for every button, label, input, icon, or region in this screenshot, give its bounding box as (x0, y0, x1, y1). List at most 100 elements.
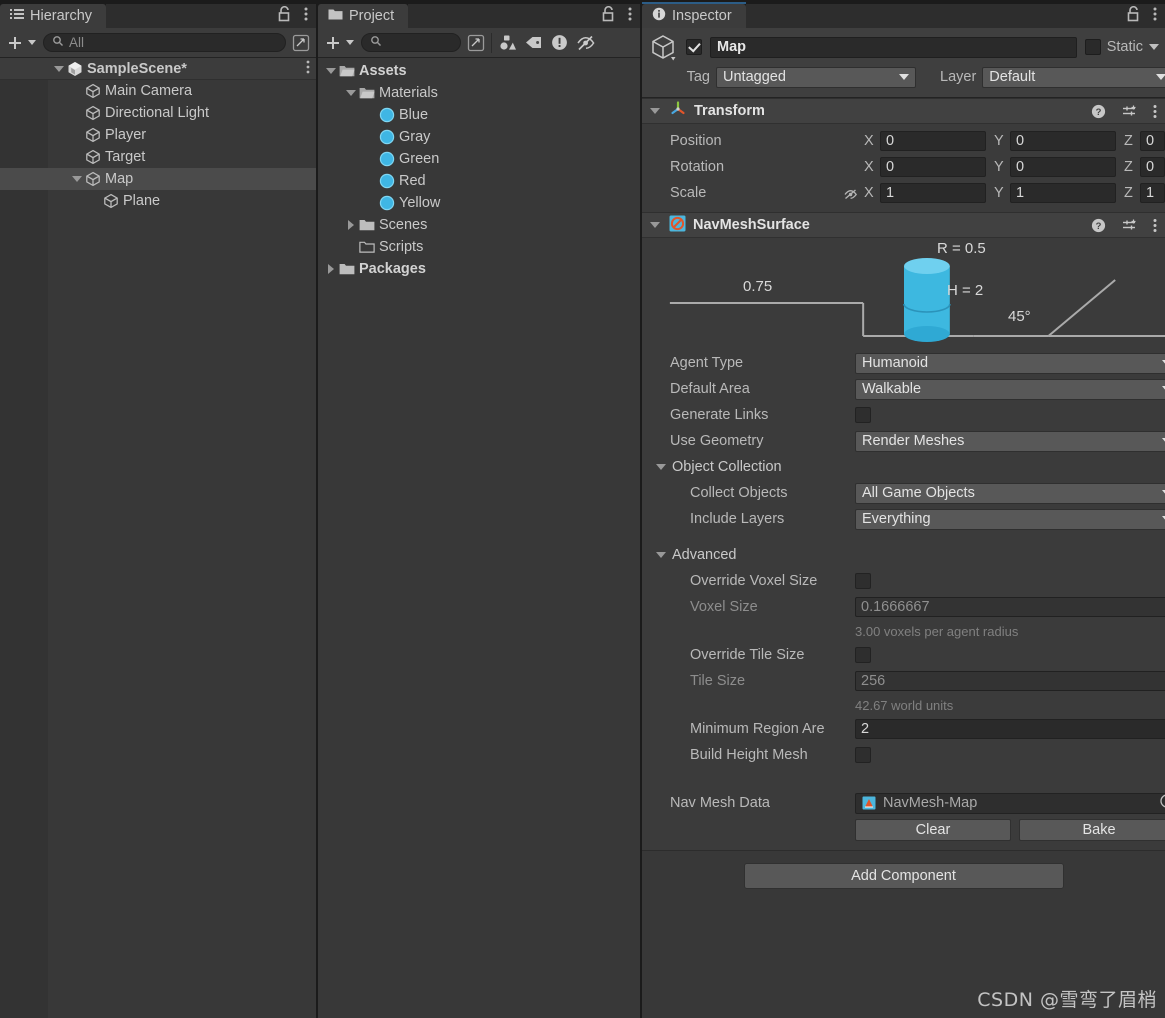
create-gameobject-button[interactable] (4, 32, 39, 54)
field-row-tile-size: Tile Size 256 (642, 668, 1165, 694)
help-icon[interactable]: ? (1091, 218, 1106, 233)
hierarchy-row-map[interactable]: Map (0, 168, 316, 190)
static-checkbox[interactable] (1084, 39, 1101, 55)
tab-inspector[interactable]: Inspector (642, 2, 746, 28)
nav-mesh-data-object-field[interactable]: NavMesh-Map (855, 792, 1165, 814)
transform-rotation-z-input[interactable]: 0 (1140, 157, 1165, 177)
project-row-packages[interactable]: Packages (318, 258, 640, 280)
hierarchy-row-plane[interactable]: Plane (0, 190, 316, 212)
foldout-object-collection[interactable]: Object Collection (642, 454, 1165, 480)
transform-label-rotation: Rotation (670, 159, 725, 175)
tile-size-input[interactable]: 256 (855, 671, 1165, 691)
transform-scale-x-input[interactable]: 1 (880, 183, 986, 203)
preset-icon[interactable] (1122, 218, 1137, 233)
include-layers-dropdown[interactable]: Everything (855, 508, 1165, 530)
tab-project[interactable]: Project (318, 4, 409, 28)
agent-type-dropdown[interactable]: Humanoid (855, 352, 1165, 374)
kebab-menu-icon[interactable] (1153, 218, 1157, 233)
hierarchy-row-label: Map (105, 171, 134, 187)
project-row-materials[interactable]: Materials (318, 82, 640, 104)
generate-links-checkbox[interactable] (855, 407, 871, 423)
chevron-down-icon[interactable] (654, 548, 668, 562)
kebab-menu-icon[interactable] (1153, 104, 1157, 119)
project-search-input[interactable] (361, 33, 461, 52)
override-tile-size-checkbox[interactable] (855, 647, 871, 663)
transform-rotation-y-input[interactable]: 0 (1010, 157, 1116, 177)
bake-button[interactable]: Bake (1019, 819, 1165, 841)
gameobject-name-field[interactable]: Map (710, 36, 1077, 58)
transform-scale-y-input[interactable]: 1 (1010, 183, 1116, 203)
project-row-blue[interactable]: Blue (318, 104, 640, 126)
help-icon[interactable]: ? (1091, 104, 1106, 119)
kebab-menu-icon[interactable] (1153, 6, 1157, 26)
project-row-scenes[interactable]: Scenes (318, 214, 640, 236)
create-asset-button[interactable] (322, 32, 357, 54)
hierarchy-row-target[interactable]: Target (0, 146, 316, 168)
kebab-menu-icon[interactable] (304, 6, 308, 26)
search-scope-button[interactable] (465, 32, 487, 54)
hierarchy-row-player[interactable]: Player (0, 124, 316, 146)
project-row-red[interactable]: Red (318, 170, 640, 192)
chevron-down-icon[interactable] (70, 172, 84, 186)
hierarchy-row-samplescene[interactable]: SampleScene* (0, 58, 316, 80)
kebab-menu-icon[interactable] (628, 6, 632, 26)
object-picker-icon[interactable] (1160, 794, 1165, 812)
foldout-advanced[interactable]: Advanced (642, 542, 1165, 568)
scale-constrain-proportions-icon[interactable] (838, 186, 864, 201)
lock-icon[interactable] (1127, 5, 1141, 26)
minimum-region-area-input[interactable]: 2 (855, 719, 1165, 739)
transform-position-y-input[interactable]: 0 (1010, 131, 1116, 151)
hierarchy-search-input[interactable]: All (43, 33, 286, 52)
chevron-down-icon (899, 74, 909, 80)
component-header-navmeshsurface[interactable]: NavMeshSurface ? (642, 212, 1165, 238)
add-component-button[interactable]: Add Component (743, 863, 1064, 889)
clear-button[interactable]: Clear (855, 819, 1011, 841)
hierarchy-tree[interactable]: SampleScene* Main Camera Directional Light… (0, 58, 316, 1018)
hierarchy-row-main-camera[interactable]: Main Camera (0, 80, 316, 102)
override-voxel-size-checkbox[interactable] (855, 573, 871, 589)
search-scope-button[interactable] (290, 32, 312, 54)
warning-icon[interactable] (548, 32, 570, 54)
component-header-transform[interactable]: Transform ? (642, 98, 1165, 124)
build-height-mesh-checkbox[interactable] (855, 747, 871, 763)
project-row-scripts[interactable]: Scripts (318, 236, 640, 258)
add-component-zone: Add Component (642, 850, 1165, 901)
project-row-gray[interactable]: Gray (318, 126, 640, 148)
use-geometry-dropdown[interactable]: Render Meshes (855, 430, 1165, 452)
lock-icon[interactable] (602, 5, 616, 26)
gameobject-enabled-checkbox[interactable] (686, 39, 702, 55)
chevron-down-icon[interactable] (52, 62, 66, 76)
chevron-down-icon[interactable] (324, 64, 338, 78)
tab-hierarchy[interactable]: Hierarchy (0, 4, 107, 28)
chevron-down-icon[interactable] (654, 460, 668, 474)
chevron-right-icon[interactable] (324, 262, 338, 276)
preset-icon[interactable] (1122, 104, 1137, 119)
kebab-menu-icon[interactable] (306, 60, 310, 78)
tag-dropdown[interactable]: Untagged (716, 66, 916, 88)
chevron-right-icon[interactable] (344, 218, 358, 232)
default-area-dropdown-value: Walkable (862, 381, 922, 397)
project-row-yellow[interactable]: Yellow (318, 192, 640, 214)
navmeshsurface-foldout-arrow[interactable] (648, 218, 662, 232)
hierarchy-row-directional-light[interactable]: Directional Light (0, 102, 316, 124)
chevron-down-icon[interactable] (344, 86, 358, 100)
voxel-size-input[interactable]: 0.1666667 (855, 597, 1165, 617)
collect-objects-dropdown[interactable]: All Game Objects (855, 482, 1165, 504)
transform-position-x-input[interactable]: 0 (880, 131, 986, 151)
default-area-dropdown[interactable]: Walkable (855, 378, 1165, 400)
filter-by-label-icon[interactable] (522, 32, 544, 54)
project-tree[interactable]: Assets Materials Blue Gray Green Red Yellow Sce… (318, 58, 640, 1018)
navmeshsurface-icon (669, 215, 686, 236)
chevron-down-icon[interactable] (1149, 44, 1159, 50)
layer-dropdown[interactable]: Default (982, 66, 1165, 88)
project-row-green[interactable]: Green (318, 148, 640, 170)
transform-rotation-x-input[interactable]: 0 (880, 157, 986, 177)
include-layers-dropdown-value: Everything (862, 511, 931, 527)
transform-scale-z-input[interactable]: 1 (1140, 183, 1165, 203)
hidden-eye-icon[interactable] (574, 32, 596, 54)
lock-icon[interactable] (278, 5, 292, 26)
filter-by-type-icon[interactable] (496, 32, 518, 54)
transform-foldout-arrow[interactable] (648, 104, 662, 118)
project-row-assets[interactable]: Assets (318, 60, 640, 82)
transform-position-z-input[interactable]: 0 (1140, 131, 1165, 151)
